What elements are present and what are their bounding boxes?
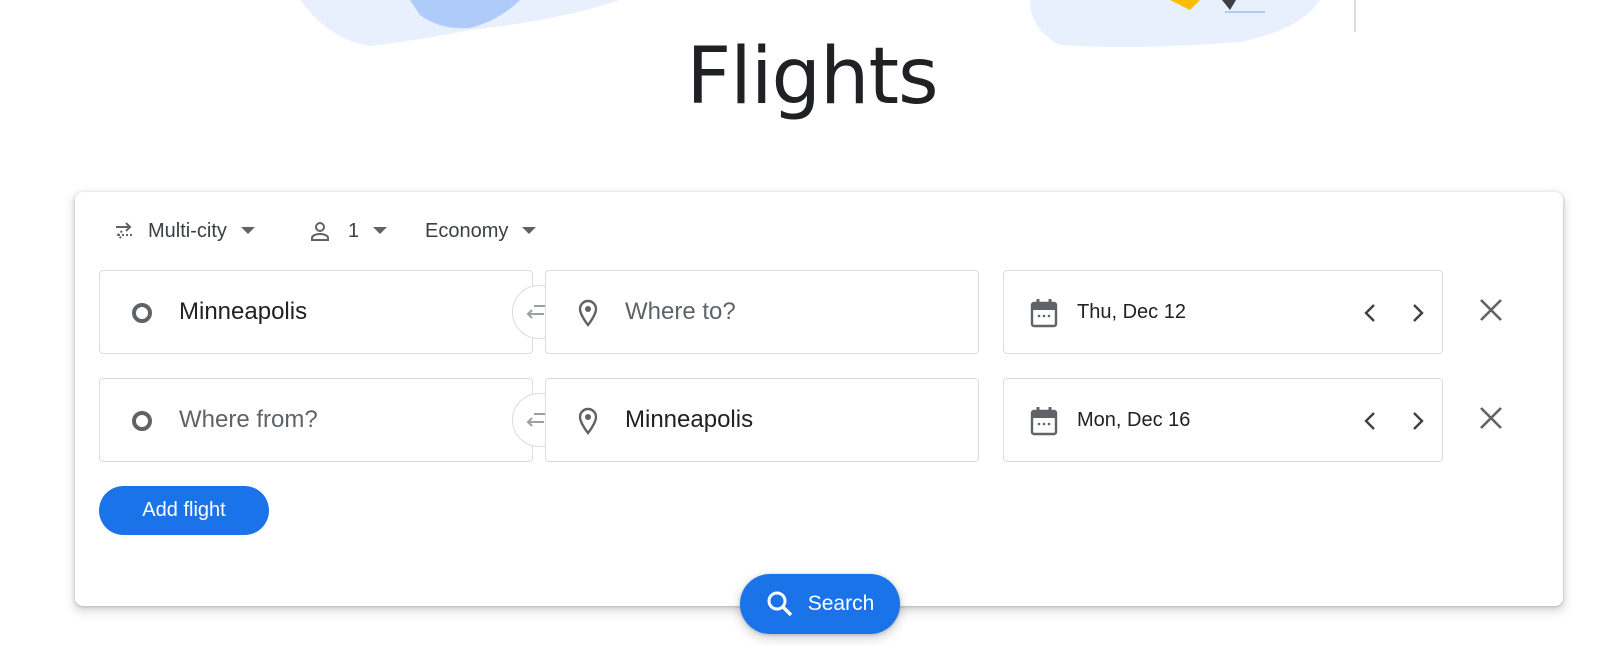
destination-value: Minneapolis — [625, 406, 754, 433]
caret-down-icon — [522, 227, 537, 235]
calendar-icon — [1030, 299, 1058, 328]
origin-field[interactable]: Where from? — [99, 378, 533, 462]
destination-placeholder: Where to? — [625, 298, 736, 325]
chevron-right-icon[interactable] — [1404, 407, 1432, 435]
page-title: Flights — [686, 32, 938, 122]
circle-outline-icon — [128, 407, 156, 435]
search-icon — [766, 590, 794, 618]
circle-outline-icon — [128, 299, 156, 327]
date-value: Thu, Dec 12 — [1077, 300, 1186, 323]
location-pin-icon — [574, 407, 602, 435]
trip-type-dropdown[interactable]: Multi-city — [110, 213, 302, 249]
origin-placeholder: Where from? — [179, 406, 318, 433]
remove-leg-button[interactable] — [1471, 292, 1511, 332]
chevron-left-icon[interactable] — [1356, 407, 1384, 435]
swap-arrows-icon — [110, 217, 138, 245]
options-row: Multi-city 1 Economy — [110, 213, 537, 249]
search-button[interactable]: Search — [740, 574, 900, 634]
destination-field[interactable]: Where to? — [545, 270, 979, 354]
destination-field[interactable]: Minneapolis — [545, 378, 979, 462]
remove-leg-button[interactable] — [1471, 400, 1511, 440]
passengers-dropdown[interactable]: 1 — [302, 213, 425, 249]
location-pin-icon — [574, 299, 602, 327]
chevron-left-icon[interactable] — [1356, 299, 1384, 327]
chevron-right-icon[interactable] — [1404, 299, 1432, 327]
cabin-class-label: Economy — [425, 219, 509, 242]
add-flight-button[interactable]: Add flight — [99, 486, 269, 535]
close-icon — [1479, 406, 1503, 435]
origin-value: Minneapolis — [179, 298, 308, 325]
trip-type-label: Multi-city — [148, 219, 227, 242]
caret-down-icon — [373, 227, 388, 235]
search-label: Search — [807, 592, 875, 615]
departure-date-field[interactable]: Thu, Dec 12 — [1003, 270, 1443, 354]
cabin-class-dropdown[interactable]: Economy — [425, 213, 537, 249]
departure-date-field[interactable]: Mon, Dec 16 — [1003, 378, 1443, 462]
close-icon — [1479, 298, 1503, 327]
person-icon — [306, 217, 334, 245]
origin-field[interactable]: Minneapolis — [99, 270, 533, 354]
passengers-count: 1 — [348, 219, 360, 242]
caret-down-icon — [240, 227, 255, 235]
calendar-icon — [1030, 407, 1058, 436]
date-value: Mon, Dec 16 — [1077, 408, 1191, 431]
